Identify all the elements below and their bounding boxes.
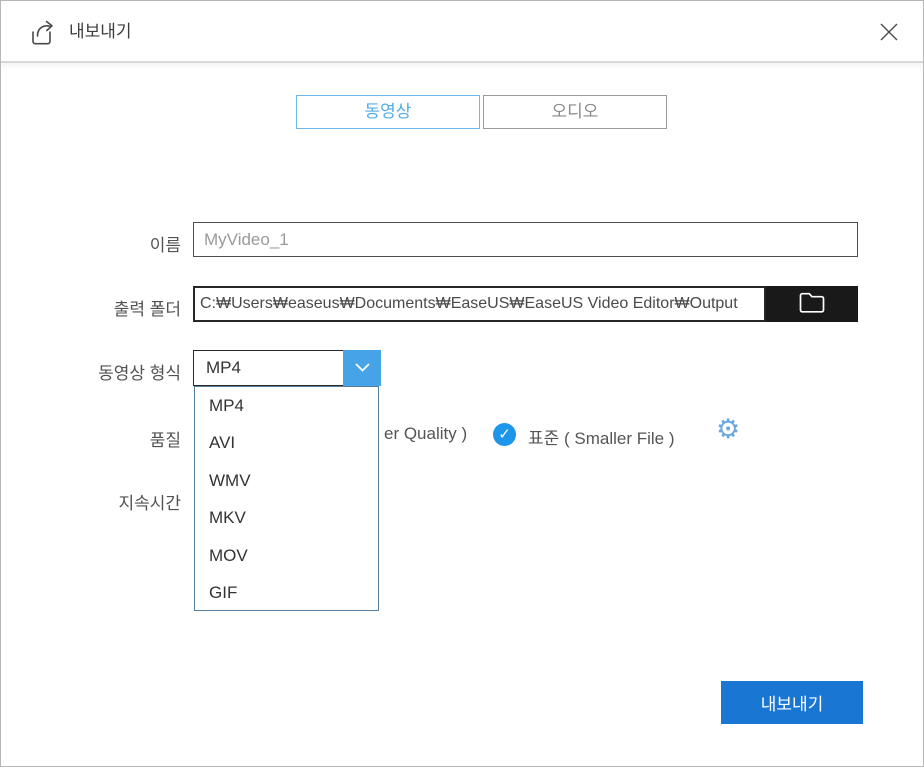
dropdown-option-gif[interactable]: GIF [195,574,378,611]
name-label: 이름 [11,231,181,256]
media-type-tabs: 동영상 오디오 [296,95,667,129]
chevron-down-icon[interactable] [343,350,381,386]
format-select[interactable]: MP4 [193,350,381,386]
dropdown-option-mp4[interactable]: MP4 [195,387,378,424]
dialog-title: 내보내기 [69,1,132,63]
dropdown-option-mov[interactable]: MOV [195,537,378,574]
name-input[interactable] [193,222,858,257]
format-dropdown-list: MP4AVIWMVMKVMOVGIF [194,386,379,611]
folder-icon [798,290,826,319]
output-folder-path: C:₩Users₩easeus₩Documents₩EaseUS₩EaseUS … [193,286,766,322]
gear-icon[interactable]: ⚙ [716,416,740,443]
quality-standard-option[interactable]: 표준 ( Smaller File ) [528,424,675,449]
format-label: 동영상 형식 [11,359,181,384]
dropdown-option-avi[interactable]: AVI [195,424,378,461]
quality-high-option-partial[interactable]: er Quality ) [384,424,467,444]
tab-audio[interactable]: 오디오 [483,95,667,129]
tab-video[interactable]: 동영상 [296,95,480,129]
dropdown-option-mkv[interactable]: MKV [195,499,378,536]
title-bar: 내보내기 [1,1,923,63]
output-folder-label: 출력 폴더 [11,295,181,320]
browse-folder-button[interactable] [766,286,858,322]
radio-checked-icon[interactable]: ✓ [493,423,516,446]
dropdown-option-wmv[interactable]: WMV [195,462,378,499]
export-button[interactable]: 내보내기 [721,681,863,724]
duration-label: 지속시간 [11,489,181,514]
export-dialog: 내보내기 동영상 오디오 이름 출력 폴더 C:₩Users₩easeus₩Do… [0,0,924,767]
quality-label: 품질 [11,426,181,451]
export-icon [29,17,57,52]
close-icon[interactable] [875,18,903,46]
